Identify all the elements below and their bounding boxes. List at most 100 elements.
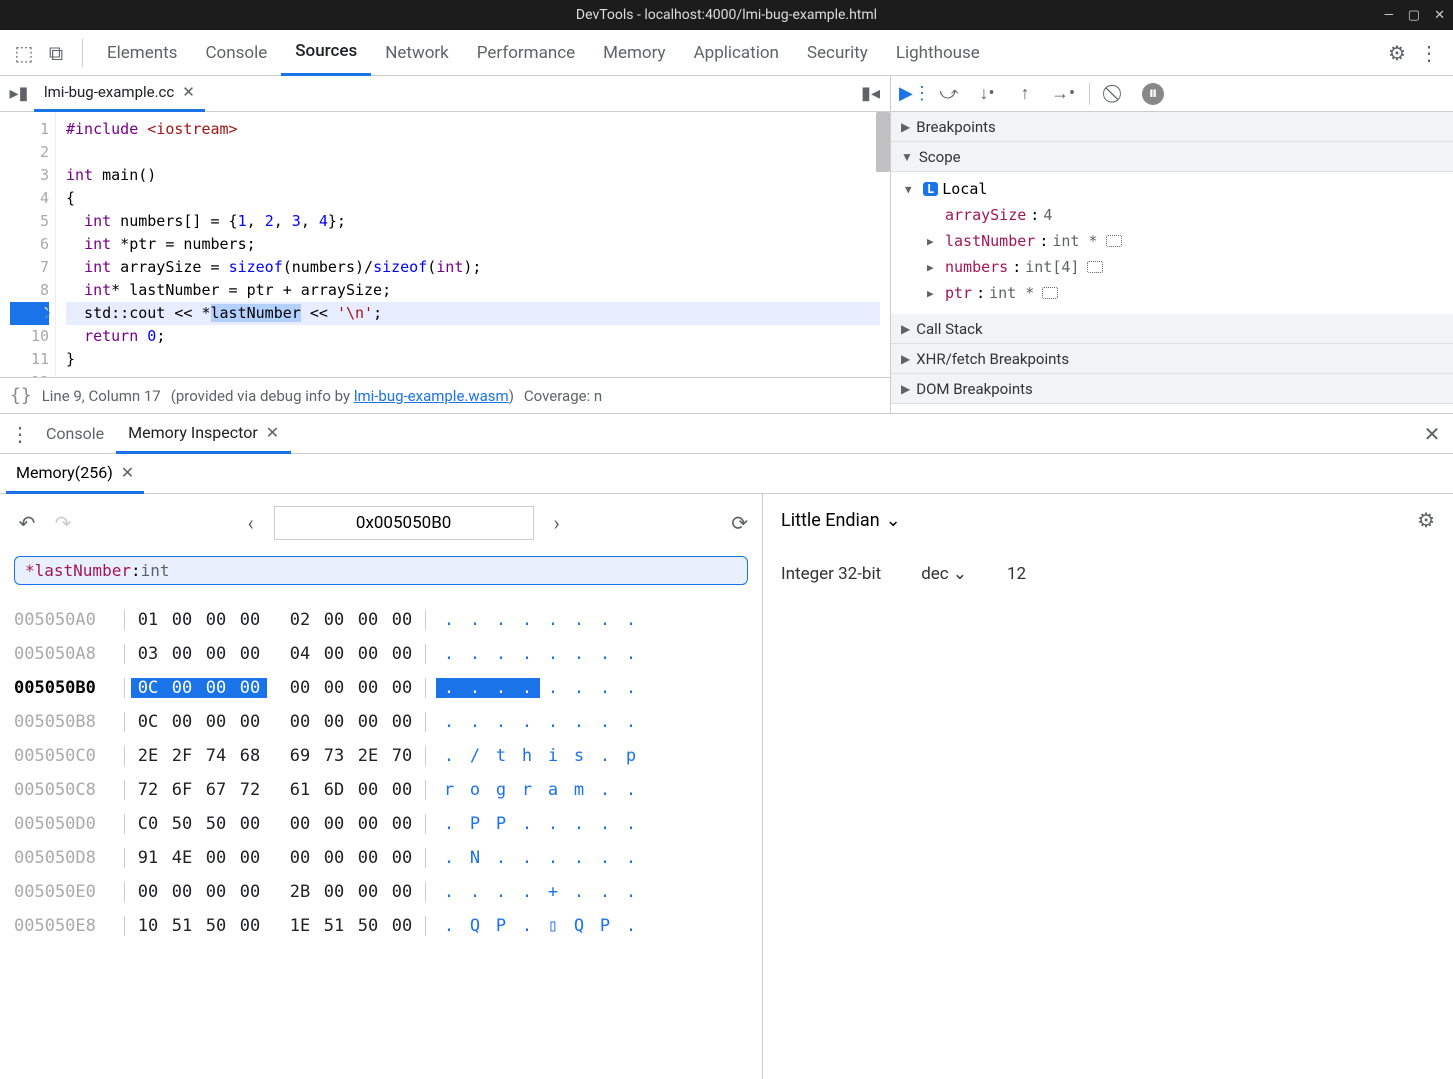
step-button[interactable]: →•: [1051, 83, 1075, 104]
ascii-char[interactable]: .: [436, 746, 462, 766]
scope-variable[interactable]: arraySize: 4: [905, 202, 1453, 228]
ascii-char[interactable]: .: [436, 882, 462, 902]
dom-breakpoints-section[interactable]: ▶DOM Breakpoints: [891, 374, 1453, 404]
pause-on-exceptions-button[interactable]: ⏸: [1142, 83, 1164, 105]
hex-byte[interactable]: 04: [283, 644, 317, 664]
hex-byte[interactable]: 00: [165, 644, 199, 664]
close-tab-icon[interactable]: ✕: [121, 463, 134, 482]
ascii-char[interactable]: .: [462, 882, 488, 902]
main-tab-lighthouse[interactable]: Lighthouse: [882, 30, 994, 76]
code-line[interactable]: int numbers[] = {1, 2, 3, 4};: [66, 210, 880, 233]
hex-byte[interactable]: 4E: [165, 848, 199, 868]
hex-row[interactable]: 005050E8105150001E515000.QP.▯QP.: [14, 909, 748, 943]
ascii-char[interactable]: .: [566, 678, 592, 698]
hex-byte[interactable]: 00: [385, 916, 419, 936]
hex-viewer[interactable]: 005050A00100000002000000........005050A8…: [14, 603, 748, 943]
hex-byte[interactable]: C0: [131, 814, 165, 834]
hex-byte[interactable]: 00: [165, 882, 199, 902]
hex-byte[interactable]: 68: [233, 746, 267, 766]
hex-byte[interactable]: 00: [283, 848, 317, 868]
hex-byte[interactable]: 00: [165, 610, 199, 630]
main-tab-security[interactable]: Security: [793, 30, 882, 76]
scope-variable[interactable]: ▶ptr: int *: [905, 280, 1453, 306]
main-tab-network[interactable]: Network: [371, 30, 463, 76]
ascii-char[interactable]: P: [488, 814, 514, 834]
hex-byte[interactable]: 00: [385, 848, 419, 868]
ascii-char[interactable]: .: [566, 814, 592, 834]
ascii-char[interactable]: .: [540, 848, 566, 868]
ascii-char[interactable]: .: [436, 848, 462, 868]
hex-byte[interactable]: 00: [233, 712, 267, 732]
ascii-char[interactable]: .: [592, 678, 618, 698]
line-number[interactable]: 2: [10, 141, 49, 164]
settings-icon[interactable]: ⚙: [1381, 41, 1413, 65]
step-over-button[interactable]: ⤻: [937, 83, 961, 104]
main-tab-console[interactable]: Console: [191, 30, 281, 76]
hex-byte[interactable]: 00: [317, 610, 351, 630]
ascii-char[interactable]: .: [540, 712, 566, 732]
ascii-char[interactable]: .: [514, 848, 540, 868]
ascii-char[interactable]: .: [540, 644, 566, 664]
hex-byte[interactable]: 00: [233, 916, 267, 936]
history-back-button[interactable]: ↶: [14, 511, 40, 535]
ascii-char[interactable]: .: [566, 882, 592, 902]
ascii-char[interactable]: a: [540, 780, 566, 800]
ascii-char[interactable]: .: [566, 848, 592, 868]
hex-byte[interactable]: 00: [385, 644, 419, 664]
code-editor[interactable]: 123456789101112 #include <iostream>int m…: [0, 112, 890, 377]
hex-byte[interactable]: 00: [385, 610, 419, 630]
ascii-char[interactable]: .: [592, 814, 618, 834]
close-file-tab-icon[interactable]: ✕: [182, 83, 195, 101]
line-number[interactable]: 7: [10, 256, 49, 279]
hex-byte[interactable]: 0C: [131, 712, 165, 732]
scope-local[interactable]: ▼L Local: [905, 176, 1453, 202]
ascii-char[interactable]: .: [436, 610, 462, 630]
close-tab-icon[interactable]: ✕: [266, 423, 279, 442]
line-number[interactable]: 11: [10, 348, 49, 371]
pretty-print-icon[interactable]: {}: [10, 385, 32, 406]
hex-byte[interactable]: 6F: [165, 780, 199, 800]
hex-byte[interactable]: 00: [351, 848, 385, 868]
hex-byte[interactable]: 00: [233, 882, 267, 902]
hex-byte[interactable]: 50: [165, 814, 199, 834]
wasm-source-link[interactable]: lmi-bug-example.wasm: [354, 387, 509, 405]
ascii-char[interactable]: m: [566, 780, 592, 800]
ascii-char[interactable]: .: [618, 678, 644, 698]
hex-byte[interactable]: 00: [233, 848, 267, 868]
ascii-char[interactable]: .: [488, 848, 514, 868]
show-debugger-icon[interactable]: ▮◂: [861, 83, 880, 104]
hex-byte[interactable]: 00: [283, 814, 317, 834]
hex-byte[interactable]: 00: [351, 882, 385, 902]
prev-page-button[interactable]: ‹: [238, 511, 264, 535]
ascii-char[interactable]: p: [618, 746, 644, 766]
scrollbar-thumb[interactable]: [876, 112, 890, 172]
ascii-char[interactable]: .: [514, 882, 540, 902]
code-line[interactable]: int* lastNumber = ptr + arraySize;: [66, 279, 880, 302]
main-tab-performance[interactable]: Performance: [463, 30, 589, 76]
ascii-char[interactable]: .: [592, 746, 618, 766]
ascii-char[interactable]: .: [566, 644, 592, 664]
hex-byte[interactable]: 00: [165, 678, 199, 698]
hex-byte[interactable]: 00: [351, 644, 385, 664]
hex-byte[interactable]: 00: [199, 678, 233, 698]
line-number[interactable]: 3: [10, 164, 49, 187]
drawer-tab-memory-inspector[interactable]: Memory Inspector ✕: [116, 414, 291, 454]
ascii-char[interactable]: .: [436, 678, 462, 698]
ascii-char[interactable]: .: [488, 610, 514, 630]
settings-icon[interactable]: ⚙: [1417, 508, 1435, 532]
hex-byte[interactable]: 1E: [283, 916, 317, 936]
hex-byte[interactable]: 74: [199, 746, 233, 766]
hex-byte[interactable]: 72: [131, 780, 165, 800]
hex-byte[interactable]: 03: [131, 644, 165, 664]
ascii-char[interactable]: .: [462, 678, 488, 698]
hex-byte[interactable]: 02: [283, 610, 317, 630]
code-line[interactable]: #include <iostream>: [66, 118, 880, 141]
ascii-char[interactable]: .: [514, 644, 540, 664]
deactivate-breakpoints-button[interactable]: ⃠: [1104, 83, 1128, 104]
line-number[interactable]: 5: [10, 210, 49, 233]
ascii-char[interactable]: .: [462, 644, 488, 664]
ascii-char[interactable]: i: [540, 746, 566, 766]
ascii-char[interactable]: o: [462, 780, 488, 800]
ascii-char[interactable]: g: [488, 780, 514, 800]
hex-byte[interactable]: 00: [317, 712, 351, 732]
